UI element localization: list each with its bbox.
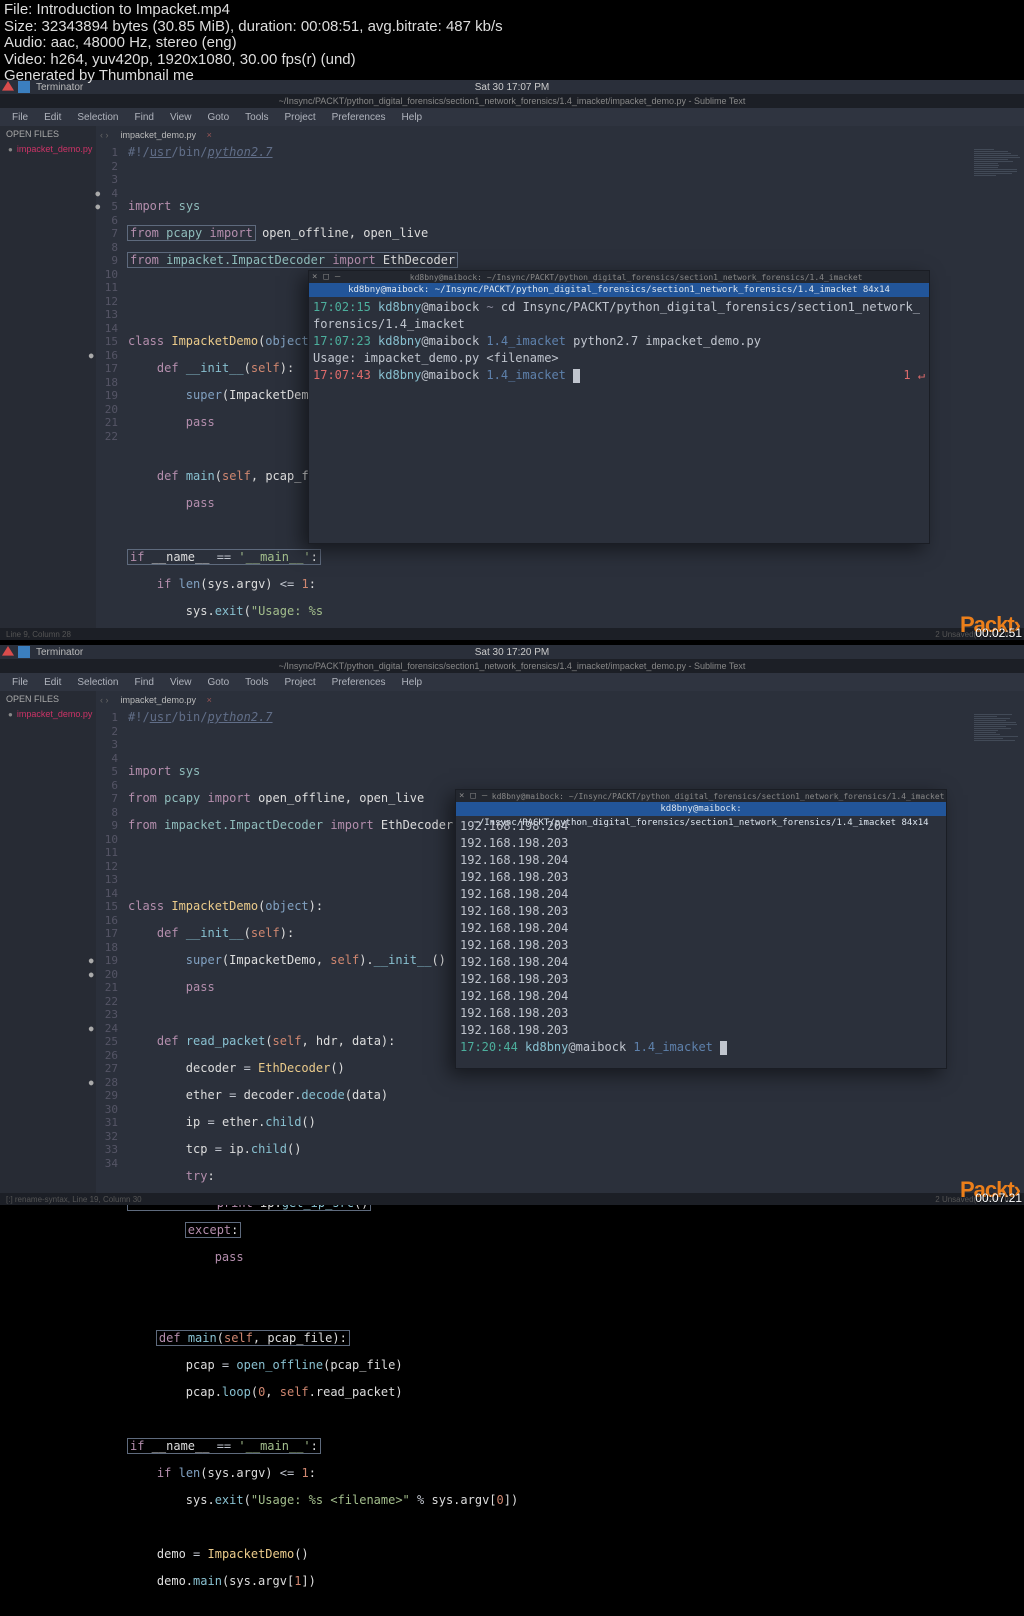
menu-tools[interactable]: Tools bbox=[237, 676, 276, 689]
term-max-icon[interactable]: □ bbox=[470, 788, 475, 805]
tab-close-icon[interactable]: × bbox=[207, 695, 212, 705]
menu-find[interactable]: Find bbox=[127, 676, 162, 689]
window-title: ~/Insync/PACKT/python_digital_forensics/… bbox=[0, 94, 1024, 108]
sidebar: OPEN FILES impacket_demo.py bbox=[0, 691, 96, 1193]
menu-tools[interactable]: Tools bbox=[237, 111, 276, 124]
sidebar-file-item[interactable]: impacket_demo.py bbox=[0, 142, 96, 156]
menu-project[interactable]: Project bbox=[277, 111, 324, 124]
app-icon-terminator[interactable] bbox=[18, 646, 30, 658]
terminal-window-2[interactable]: × □ — kd8bny@maibock: ~/Insync/PACKT/pyt… bbox=[455, 789, 947, 1069]
topbar-clock: Sat 30 17:20 PM bbox=[475, 647, 550, 658]
screenshot-frame-2: Terminator Sat 30 17:20 PM ~/Insync/PACK… bbox=[0, 645, 1024, 1205]
menu-find[interactable]: Find bbox=[127, 111, 162, 124]
topbar-title: Terminator bbox=[36, 647, 83, 658]
menu-help[interactable]: Help bbox=[394, 676, 431, 689]
tab-label: impacket_demo.py bbox=[121, 695, 197, 705]
menu-goto[interactable]: Goto bbox=[199, 111, 237, 124]
meta-gen: Generated by Thumbnail me bbox=[4, 68, 503, 85]
app-icon-activities[interactable] bbox=[2, 646, 14, 658]
meta-file: File: Introduction to Impacket.mp4 bbox=[4, 2, 503, 19]
menubar: FileEditSelectionFindViewGotoToolsProjec… bbox=[0, 673, 1024, 691]
terminal-title: kd8bny@maibock: ~/Insync/PACKT/python_di… bbox=[309, 283, 929, 297]
term-close-icon[interactable]: × bbox=[312, 269, 317, 286]
meta-audio: Audio: aac, 48000 Hz, stereo (eng) bbox=[4, 35, 503, 52]
terminal-body[interactable]: 192.168.198.204192.168.198.203192.168.19… bbox=[456, 816, 946, 1058]
metadata-overlay: File: Introduction to Impacket.mp4 Size:… bbox=[4, 2, 503, 85]
menu-preferences[interactable]: Preferences bbox=[324, 111, 394, 124]
sidebar-file-item[interactable]: impacket_demo.py bbox=[0, 707, 96, 721]
term-min-icon[interactable]: — bbox=[482, 788, 487, 805]
tab-impacket-demo[interactable]: impacket_demo.py × bbox=[113, 693, 220, 707]
tab-impacket-demo[interactable]: impacket_demo.py × bbox=[113, 128, 220, 142]
window-title: ~/Insync/PACKT/python_digital_forensics/… bbox=[0, 659, 1024, 673]
terminal-headbar: × □ — kd8bny@maibock: ~/Insync/PACKT/pyt… bbox=[309, 271, 929, 283]
menu-help[interactable]: Help bbox=[394, 111, 431, 124]
statusbar: [:] rename-syntax, Line 19, Column 30 2 … bbox=[0, 1193, 1024, 1205]
tab-bar: ‹ › impacket_demo.py × bbox=[96, 691, 1024, 709]
menu-view[interactable]: View bbox=[162, 676, 200, 689]
frame-timestamp: 00:02:51 bbox=[975, 626, 1022, 640]
topbar: Terminator Sat 30 17:20 PM bbox=[0, 645, 1024, 659]
frame-timestamp: 00:07:21 bbox=[975, 1191, 1022, 1205]
minimap[interactable] bbox=[974, 148, 1022, 177]
menu-selection[interactable]: Selection bbox=[69, 111, 126, 124]
menu-goto[interactable]: Goto bbox=[199, 676, 237, 689]
menubar: FileEditSelectionFindViewGotoToolsProjec… bbox=[0, 108, 1024, 126]
tab-bar: ‹ › impacket_demo.py × bbox=[96, 126, 1024, 144]
menu-file[interactable]: File bbox=[4, 676, 36, 689]
menu-project[interactable]: Project bbox=[277, 676, 324, 689]
menu-file[interactable]: File bbox=[4, 111, 36, 124]
menu-selection[interactable]: Selection bbox=[69, 676, 126, 689]
term-min-icon[interactable]: — bbox=[335, 269, 340, 286]
meta-size: Size: 32343894 bytes (30.85 MiB), durati… bbox=[4, 19, 503, 36]
menu-preferences[interactable]: Preferences bbox=[324, 676, 394, 689]
line-gutter: 1234567891011121314151617181920212223242… bbox=[96, 709, 124, 1170]
sidebar-heading: OPEN FILES bbox=[0, 126, 96, 142]
statusbar: Line 9, Column 28 2 Unsaved(s) seen th..… bbox=[0, 628, 1024, 640]
minimap[interactable] bbox=[974, 713, 1022, 742]
menu-edit[interactable]: Edit bbox=[36, 676, 69, 689]
status-left: Line 9, Column 28 bbox=[6, 630, 71, 639]
screenshot-frame-1: Terminator Sat 30 17:07 PM ~/Insync/PACK… bbox=[0, 80, 1024, 640]
sidebar-heading: OPEN FILES bbox=[0, 691, 96, 707]
menu-view[interactable]: View bbox=[162, 111, 200, 124]
terminal-window-1[interactable]: × □ — kd8bny@maibock: ~/Insync/PACKT/pyt… bbox=[308, 270, 930, 544]
term-max-icon[interactable]: □ bbox=[323, 269, 328, 286]
terminal-body[interactable]: 17:02:15 kd8bny@maibock ~ cd Insync/PACK… bbox=[309, 297, 929, 386]
tab-label: impacket_demo.py bbox=[121, 130, 197, 140]
tab-arrows[interactable]: ‹ › bbox=[96, 695, 113, 705]
sidebar: OPEN FILES impacket_demo.py bbox=[0, 126, 96, 628]
tab-close-icon[interactable]: × bbox=[207, 130, 212, 140]
status-left: [:] rename-syntax, Line 19, Column 30 bbox=[6, 1195, 142, 1204]
tab-arrows[interactable]: ‹ › bbox=[96, 130, 113, 140]
term-close-icon[interactable]: × bbox=[459, 788, 464, 805]
line-gutter: 12345678910111213141516171819202122 bbox=[96, 144, 124, 443]
meta-video: Video: h264, yuv420p, 1920x1080, 30.00 f… bbox=[4, 52, 503, 69]
terminal-headbar: × □ — kd8bny@maibock: ~/Insync/PACKT/pyt… bbox=[456, 790, 946, 802]
menu-edit[interactable]: Edit bbox=[36, 111, 69, 124]
